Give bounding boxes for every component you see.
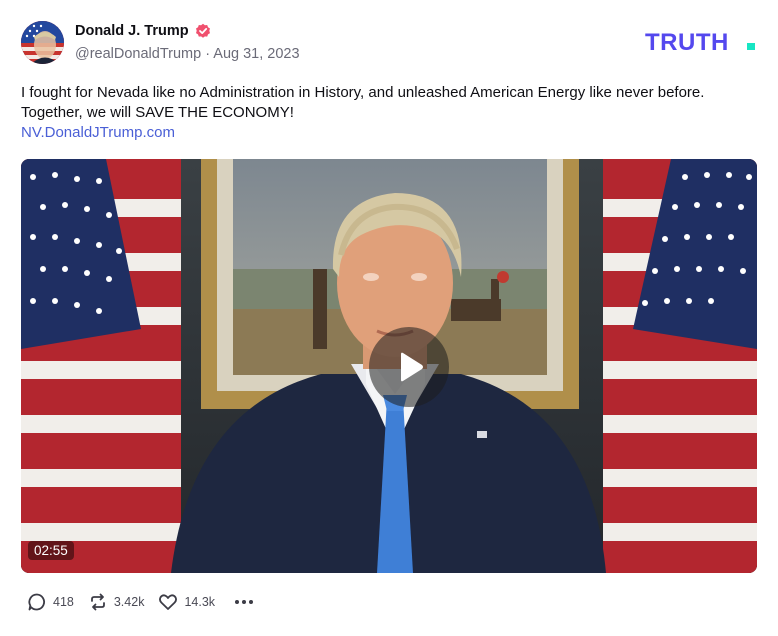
svg-text:TRUTH: TRUTH	[645, 29, 729, 53]
author-display-name[interactable]: Donald J. Trump	[75, 23, 189, 39]
reply-count: 418	[53, 595, 74, 609]
truth-logo[interactable]: TRUTH	[645, 29, 758, 53]
retruth-icon	[90, 593, 105, 611]
more-options-button[interactable]	[233, 592, 255, 612]
like-button[interactable]: 14.3k	[158, 592, 215, 612]
avatar[interactable]	[21, 21, 64, 64]
like-icon	[159, 594, 178, 610]
post-header: Donald J. Trump @realDonaldTrump · Aug 3…	[21, 20, 758, 66]
verified-icon	[195, 23, 210, 38]
truth-post: Donald J. Trump @realDonaldTrump · Aug 3…	[0, 0, 778, 636]
play-button[interactable]	[369, 327, 449, 407]
post-text-line2: Together, we will SAVE THE ECONOMY!	[21, 104, 294, 121]
like-count: 14.3k	[184, 595, 216, 609]
play-icon	[401, 352, 423, 382]
retruth-count: 3.42k	[113, 595, 145, 609]
post-link[interactable]: NV.DonaldJTrump.com	[21, 123, 761, 143]
video-duration: 02:55	[28, 541, 74, 560]
author-name-row: Donald J. Trump	[75, 23, 211, 39]
post-text-line1: I fought for Nevada like no Administrati…	[21, 84, 705, 101]
reply-icon	[28, 593, 45, 611]
reply-button[interactable]: 418	[27, 592, 74, 612]
more-icon	[235, 600, 254, 604]
post-body: I fought for Nevada like no Administrati…	[21, 83, 761, 143]
post-actions: 418 3.42k 14.3k	[27, 592, 255, 612]
retruth-button[interactable]: 3.42k	[88, 592, 145, 612]
author-handle-date[interactable]: @realDonaldTrump · Aug 31, 2023	[75, 46, 300, 62]
video-player[interactable]: 02:55	[21, 159, 757, 573]
